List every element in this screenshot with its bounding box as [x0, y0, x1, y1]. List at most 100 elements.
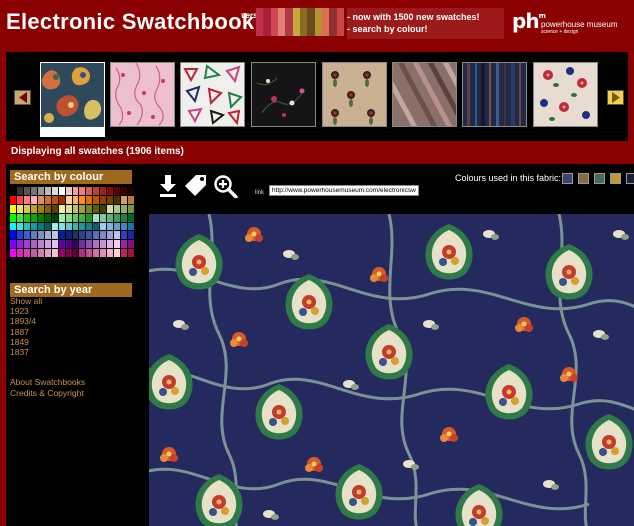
colour-swatch[interactable] [121, 187, 128, 195]
colour-swatch[interactable] [16, 195, 23, 204]
colour-swatch[interactable] [114, 213, 121, 222]
colour-swatch[interactable] [30, 249, 37, 257]
colour-swatch[interactable] [128, 204, 134, 213]
colour-swatch[interactable] [23, 213, 30, 222]
colour-swatch[interactable] [10, 195, 16, 204]
colour-swatch[interactable] [58, 204, 65, 213]
colour-swatch[interactable] [121, 213, 128, 222]
colour-swatch[interactable] [10, 204, 16, 213]
colour-swatch[interactable] [58, 213, 65, 222]
colour-swatch[interactable] [16, 213, 23, 222]
colour-swatch[interactable] [51, 195, 58, 204]
colour-swatch[interactable] [65, 213, 72, 222]
colour-swatch[interactable] [10, 187, 16, 195]
logo-mark[interactable]: phm [512, 9, 546, 33]
colour-swatch[interactable] [58, 240, 65, 249]
colour-swatch[interactable] [58, 187, 65, 195]
colour-swatch[interactable] [51, 249, 58, 257]
link-url-field[interactable] [269, 185, 419, 196]
colour-swatch[interactable] [72, 204, 79, 213]
colour-swatch[interactable] [72, 213, 79, 222]
colour-swatch[interactable] [51, 231, 58, 240]
year-link-show-all[interactable]: Show all [10, 296, 42, 306]
colour-swatch[interactable] [128, 222, 134, 231]
colour-swatch[interactable] [10, 213, 16, 222]
colour-swatch[interactable] [65, 240, 72, 249]
fabric-colour-chip[interactable] [610, 173, 621, 184]
colour-swatch[interactable] [65, 204, 72, 213]
colour-swatch[interactable] [44, 240, 51, 249]
fabric-colour-chip[interactable] [562, 173, 573, 184]
colour-swatch[interactable] [79, 231, 86, 240]
colour-swatch[interactable] [86, 204, 93, 213]
colour-swatch[interactable] [114, 249, 121, 257]
colour-swatch[interactable] [30, 187, 37, 195]
colour-swatch[interactable] [37, 213, 44, 222]
swatch-thumbnail[interactable] [40, 62, 105, 137]
colour-swatch[interactable] [58, 231, 65, 240]
colour-swatch[interactable] [93, 231, 100, 240]
colour-swatch[interactable] [37, 249, 44, 257]
colour-swatch[interactable] [107, 195, 114, 204]
colour-swatch[interactable] [86, 222, 93, 231]
colour-swatch[interactable] [72, 195, 79, 204]
fabric-colour-chip[interactable] [594, 173, 605, 184]
colour-swatch[interactable] [93, 249, 100, 257]
colour-swatch[interactable] [93, 204, 100, 213]
credits-link[interactable]: Credits & Copyright [10, 388, 85, 399]
colour-swatch[interactable] [107, 231, 114, 240]
zoom-button[interactable] [213, 174, 239, 199]
colour-swatch[interactable] [16, 222, 23, 231]
colour-swatch[interactable] [16, 249, 23, 257]
colour-swatch[interactable] [30, 240, 37, 249]
colour-swatch[interactable] [100, 187, 107, 195]
colour-swatch[interactable] [23, 195, 30, 204]
colour-swatch[interactable] [121, 222, 128, 231]
colour-swatch[interactable] [72, 249, 79, 257]
colour-swatch[interactable] [107, 187, 114, 195]
colour-swatch[interactable] [10, 249, 16, 257]
colour-swatch[interactable] [37, 231, 44, 240]
colour-swatch[interactable] [65, 187, 72, 195]
colour-swatch[interactable] [58, 195, 65, 204]
colour-swatch[interactable] [23, 240, 30, 249]
colour-swatch[interactable] [23, 231, 30, 240]
logo-text[interactable]: powerhouse museum science + design [541, 20, 617, 35]
colour-swatch[interactable] [107, 222, 114, 231]
colour-swatch[interactable] [23, 249, 30, 257]
colour-swatch[interactable] [114, 187, 121, 195]
swatch-thumbnail[interactable] [322, 62, 387, 127]
colour-swatch[interactable] [37, 195, 44, 204]
colour-swatch[interactable] [114, 204, 121, 213]
download-button[interactable] [157, 174, 179, 198]
colour-swatch[interactable] [23, 222, 30, 231]
colour-swatch[interactable] [79, 249, 86, 257]
carousel-next-button[interactable] [607, 90, 624, 105]
year-link[interactable]: 1923 [10, 306, 42, 316]
swatch-thumbnail[interactable] [110, 62, 175, 127]
colour-swatch[interactable] [30, 213, 37, 222]
colour-swatch[interactable] [121, 249, 128, 257]
colour-swatch[interactable] [100, 222, 107, 231]
year-link[interactable]: 1837 [10, 347, 42, 357]
colour-swatch[interactable] [121, 231, 128, 240]
colour-swatch[interactable] [10, 222, 16, 231]
colour-swatch[interactable] [100, 240, 107, 249]
colour-swatch[interactable] [51, 204, 58, 213]
colour-swatch[interactable] [107, 240, 114, 249]
colour-swatch[interactable] [114, 231, 121, 240]
colour-swatch[interactable] [114, 240, 121, 249]
colour-swatch[interactable] [30, 231, 37, 240]
colour-swatch[interactable] [79, 195, 86, 204]
colour-swatch[interactable] [37, 187, 44, 195]
colour-swatch[interactable] [100, 231, 107, 240]
colour-swatch[interactable] [23, 204, 30, 213]
colour-swatch[interactable] [100, 195, 107, 204]
colour-swatch[interactable] [93, 213, 100, 222]
colour-swatch[interactable] [44, 195, 51, 204]
colour-swatch[interactable] [51, 187, 58, 195]
year-link[interactable]: 1893/4 [10, 316, 42, 326]
colour-swatch[interactable] [121, 240, 128, 249]
colour-swatch[interactable] [100, 249, 107, 257]
colour-swatch[interactable] [51, 213, 58, 222]
